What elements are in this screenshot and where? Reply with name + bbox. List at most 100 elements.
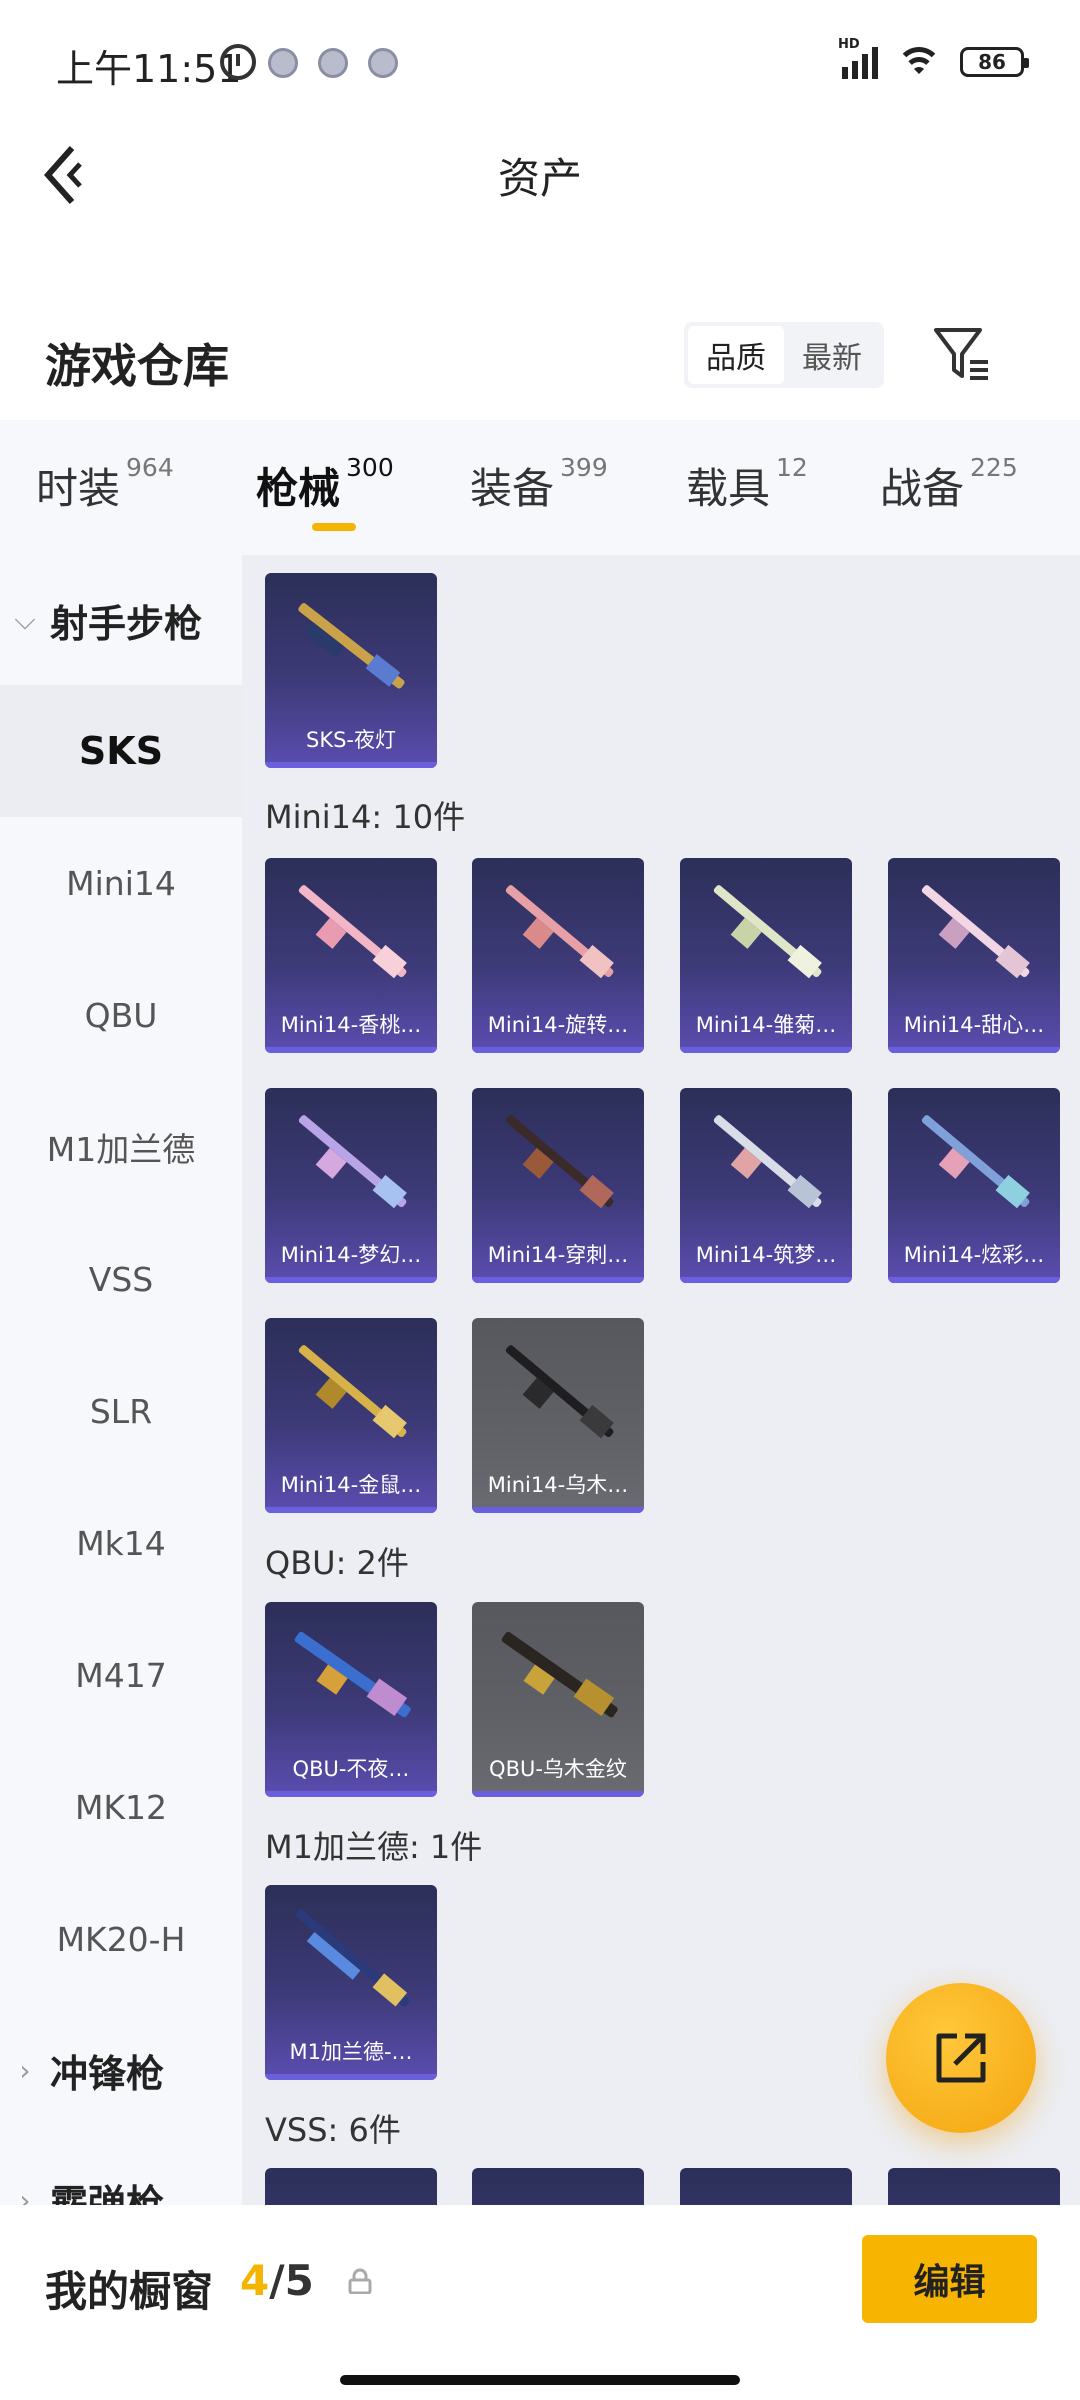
rifle-image xyxy=(298,885,407,979)
status-indicators: HD 86 xyxy=(838,37,1029,82)
tab-label: 载具 xyxy=(686,464,771,513)
sort-quality-option[interactable]: 品质 xyxy=(688,326,784,384)
item-card-label: Mini14-雏菊… xyxy=(695,1013,837,1037)
item-card[interactable]: QBU-乌木金纹 xyxy=(472,1602,644,1797)
item-card-label: SKS-夜灯 xyxy=(305,728,396,752)
sidebar-item-m417[interactable]: M417 xyxy=(0,1609,242,1741)
item-card-label: Mini14-筑梦… xyxy=(695,1243,837,1267)
sidebar-group-label: 冲锋枪 xyxy=(50,2051,165,2096)
rifle-image xyxy=(921,1115,1030,1209)
tab-label: 时装 xyxy=(36,464,121,513)
sidebar-item-vss[interactable]: VSS xyxy=(0,1213,242,1345)
sort-newest-option[interactable]: 最新 xyxy=(784,326,880,384)
item-card[interactable]: Mini14-金鼠… xyxy=(265,1318,437,1513)
item-card[interactable]: Mini14-穿刺… xyxy=(472,1088,644,1283)
sidebar-item-sks[interactable]: SKS xyxy=(0,685,242,817)
wifi-icon xyxy=(896,45,942,79)
tab-label: 枪械 xyxy=(256,464,341,513)
item-card[interactable]: QBU-不夜… xyxy=(265,1602,437,1797)
rifle-image xyxy=(298,1345,407,1439)
tab-count: 399 xyxy=(560,453,608,482)
lock-icon xyxy=(348,2268,372,2295)
item-card-label: Mini14-乌木… xyxy=(487,1473,629,1497)
item-card[interactable]: SKS-夜灯 xyxy=(265,573,437,768)
item-card[interactable]: Mini14-旋转… xyxy=(472,858,644,1053)
tab-count: 12 xyxy=(776,453,808,482)
item-card-label: Mini14-梦幻… xyxy=(280,1243,422,1267)
sidebar-item-slr[interactable]: SLR xyxy=(0,1345,242,1477)
tab-vehicles[interactable]: 载具 12 xyxy=(686,453,808,516)
tab-count: 964 xyxy=(126,453,174,482)
share-button[interactable] xyxy=(886,1983,1036,2133)
rifle-image xyxy=(501,1631,618,1718)
item-card[interactable]: Mini14-梦幻… xyxy=(265,1088,437,1283)
item-card-label: Mini14-香桃… xyxy=(280,1013,422,1037)
tab-equipment[interactable]: 装备 399 xyxy=(470,453,608,516)
chevron-right-icon: › xyxy=(19,2053,31,2087)
rifle-image xyxy=(505,1115,614,1209)
sidebar-item-mk14[interactable]: Mk14 xyxy=(0,1477,242,1609)
sidebar-item-mk20h[interactable]: MK20-H xyxy=(0,1873,242,2005)
tab-outfits[interactable]: 时装 964 xyxy=(36,453,174,516)
rifle-image xyxy=(298,1115,407,1209)
item-card[interactable]: Mini14-甜心… xyxy=(888,858,1060,1053)
tab-count: 300 xyxy=(346,453,394,482)
share-out-icon xyxy=(936,2033,986,2083)
sidebar-item-qbu[interactable]: QBU xyxy=(0,949,242,1081)
item-card-label: Mini14-炫彩… xyxy=(903,1243,1045,1267)
page-title: 资产 xyxy=(497,154,582,203)
item-card[interactable]: Mini14-炫彩… xyxy=(888,1088,1060,1283)
notification-app-icon xyxy=(368,48,398,78)
showcase-label: 我的橱窗 xyxy=(45,2267,214,2316)
filter-button[interactable] xyxy=(930,322,994,386)
battery-icon: 86 xyxy=(960,47,1029,77)
sort-toggle: 品质 最新 xyxy=(684,322,884,388)
tab-guns[interactable]: 枪械 300 xyxy=(256,453,394,516)
alarm-icon xyxy=(220,44,256,80)
rifle-image xyxy=(921,885,1030,979)
notification-app-icon xyxy=(318,48,348,78)
battery-level: 86 xyxy=(978,50,1006,74)
rifle-image xyxy=(505,1345,614,1439)
showcase-current: 4 xyxy=(240,2256,270,2305)
home-indicator[interactable] xyxy=(340,2375,740,2385)
sidebar-item-m1-garand[interactable]: M1加兰德 xyxy=(0,1081,242,1213)
sidebar-group-smg[interactable]: › 冲锋枪 xyxy=(0,2005,242,2135)
group-label-qbu: QBU: 2件 xyxy=(265,1544,409,1582)
item-card-label: M1加兰德-… xyxy=(289,2040,413,2064)
warehouse-title: 游戏仓库 xyxy=(45,339,229,393)
rifle-image xyxy=(295,1909,410,2007)
rifle-image xyxy=(298,603,405,689)
chevron-down-icon: ⌵ xyxy=(14,603,36,636)
group-label-mini14: Mini14: 10件 xyxy=(265,798,466,836)
item-card-label: QBU-不夜… xyxy=(292,1757,410,1781)
filter-icon xyxy=(934,328,988,380)
item-card-label: QBU-乌木金纹 xyxy=(489,1757,627,1781)
group-label-vss: VSS: 6件 xyxy=(265,2111,401,2149)
status-time: 上午11:51 xyxy=(56,47,242,91)
item-card[interactable]: Mini14-香桃… xyxy=(265,858,437,1053)
item-card[interactable]: Mini14-乌木… xyxy=(472,1318,644,1513)
sidebar: ⌵ 射手步枪 SKS Mini14 QBU M1加兰德 VSS SLR Mk14… xyxy=(0,555,242,2205)
item-card[interactable]: M1加兰德-… xyxy=(265,1885,437,2080)
sidebar-item-mk12[interactable]: MK12 xyxy=(0,1741,242,1873)
chevron-right-icon: › xyxy=(19,2183,31,2206)
tab-label: 装备 xyxy=(470,464,555,513)
sidebar-group-shotgun[interactable]: › 霰弹枪 xyxy=(0,2135,242,2206)
sidebar-item-mini14[interactable]: Mini14 xyxy=(0,817,242,949)
tab-count: 225 xyxy=(970,453,1018,482)
sidebar-group-label: 霰弹枪 xyxy=(50,2181,165,2206)
edit-button[interactable]: 编辑 xyxy=(862,2235,1037,2323)
showcase-count: 4/5 xyxy=(240,2256,314,2305)
tab-supplies[interactable]: 战备 225 xyxy=(880,453,1018,516)
network-type: HD xyxy=(838,37,860,52)
tab-label: 战备 xyxy=(880,464,965,513)
rifle-image xyxy=(713,885,822,979)
notification-app-icon xyxy=(268,48,298,78)
rifle-image xyxy=(294,1631,411,1718)
sidebar-group-marksman[interactable]: ⌵ 射手步枪 xyxy=(0,555,242,685)
item-card-label: Mini14-穿刺… xyxy=(487,1243,629,1267)
item-card[interactable]: Mini14-筑梦… xyxy=(680,1088,852,1283)
item-card[interactable]: Mini14-雏菊… xyxy=(680,858,852,1053)
item-card-label: Mini14-甜心… xyxy=(903,1013,1045,1037)
